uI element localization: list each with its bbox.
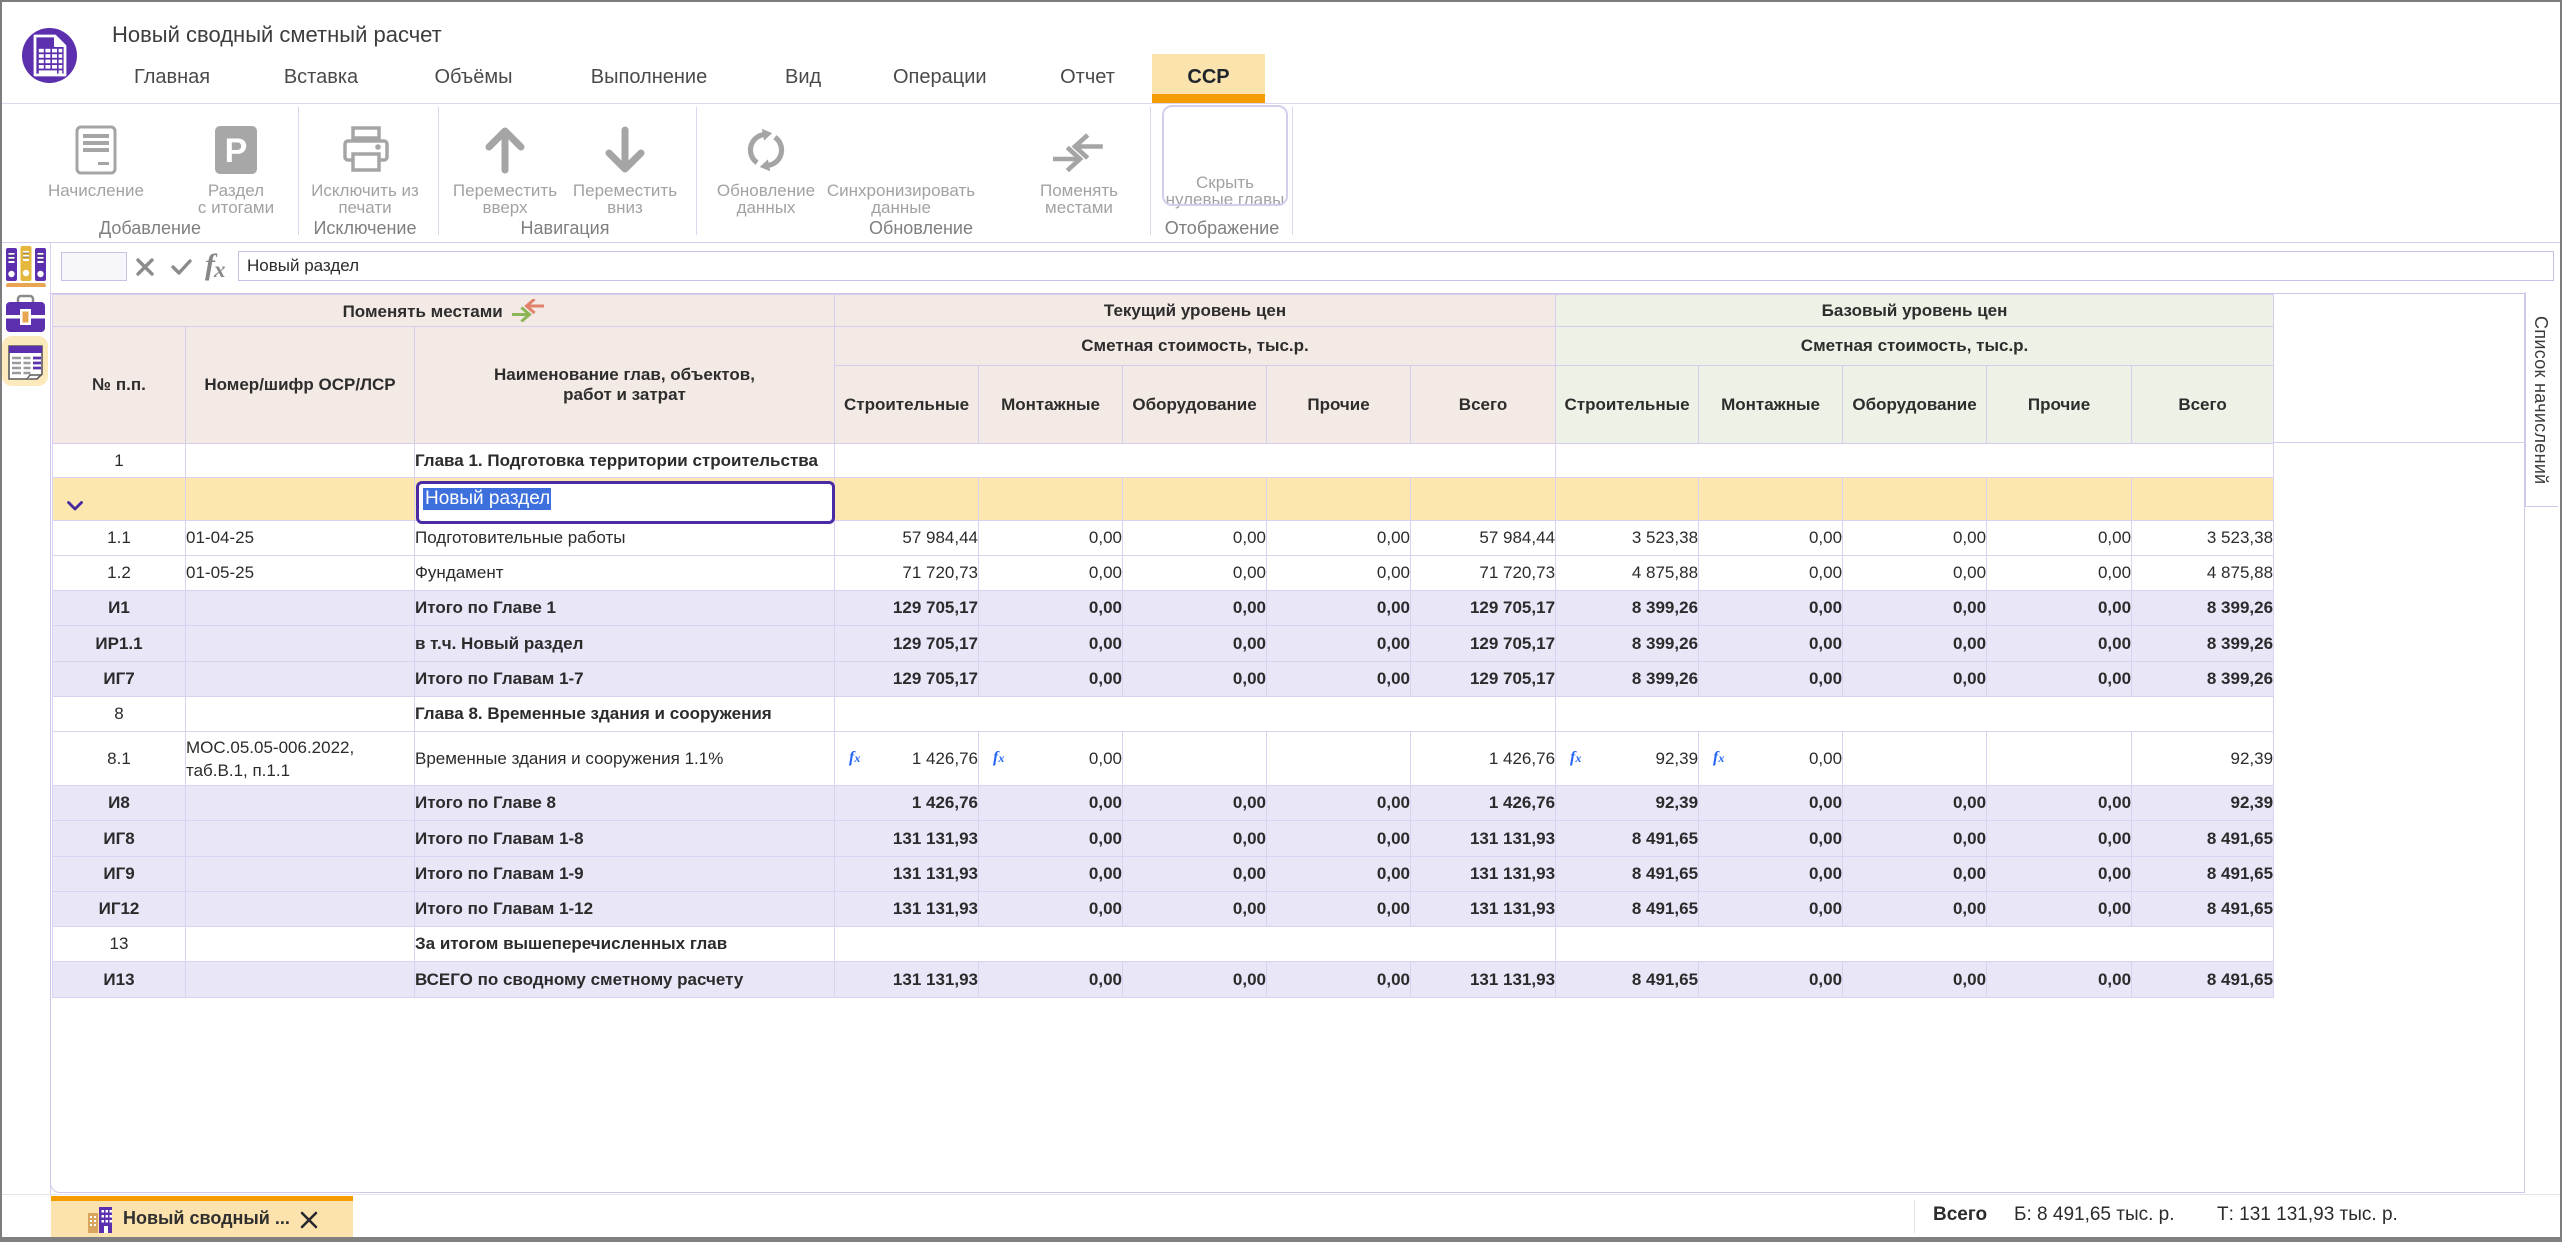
svg-text:P: P: [225, 132, 248, 170]
